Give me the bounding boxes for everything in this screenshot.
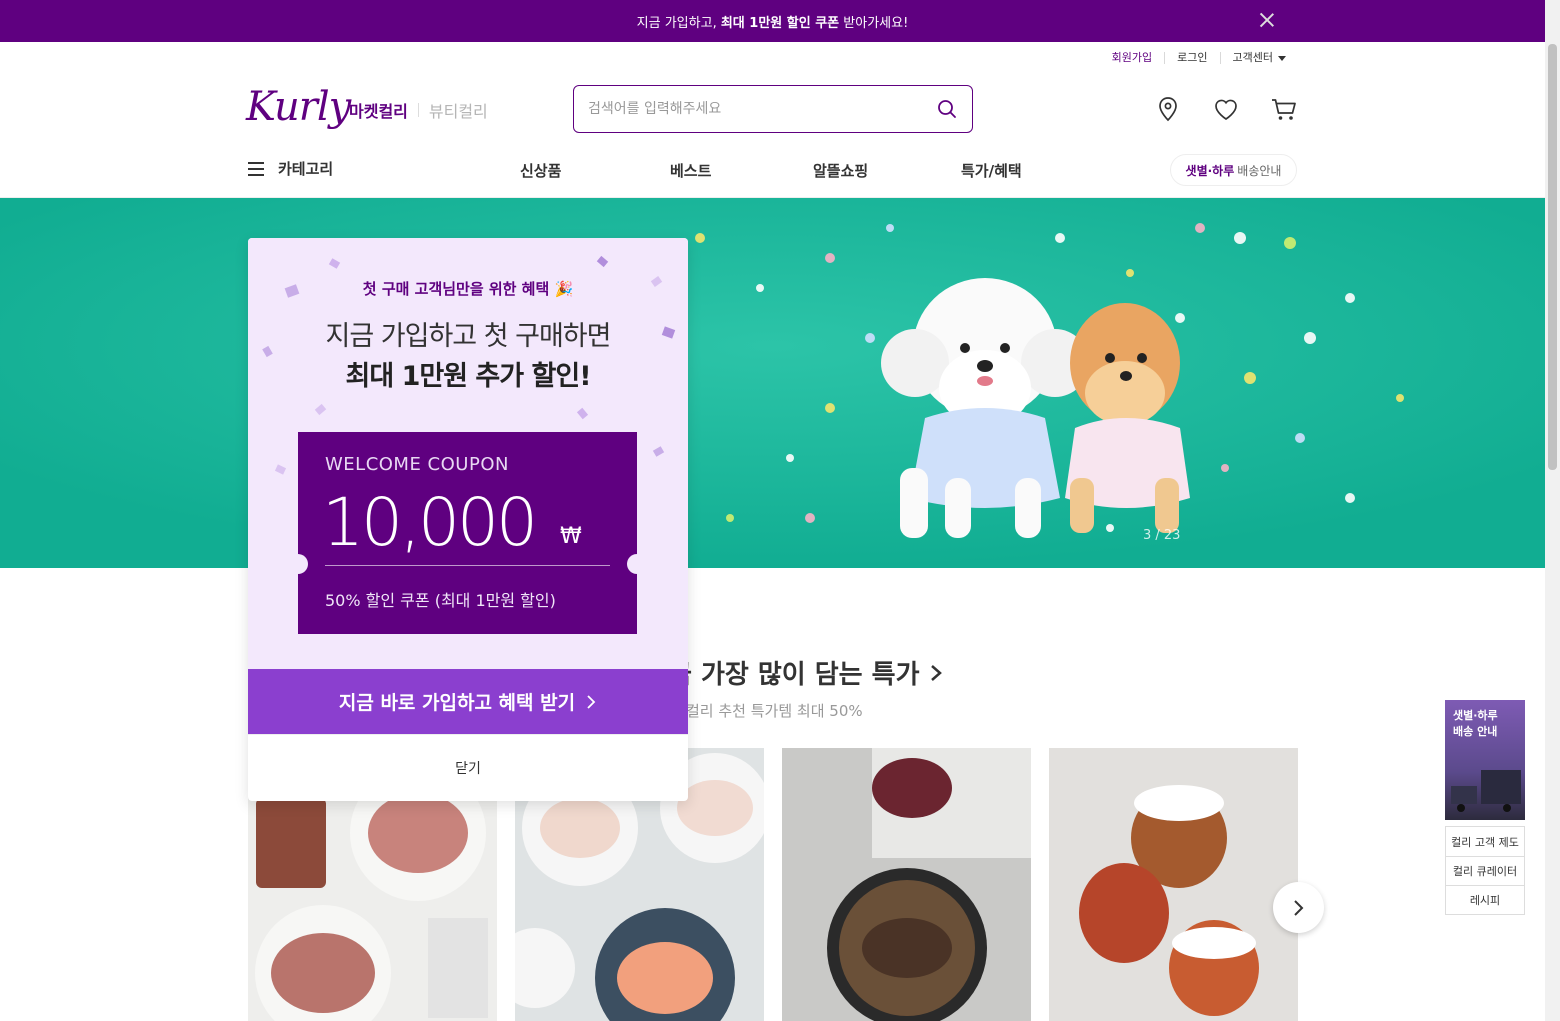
won-currency-icon: ₩ bbox=[560, 524, 582, 549]
confetti-decoration bbox=[274, 464, 287, 475]
popup-headline-1: 지금 가입하고 첫 구매하면 bbox=[325, 321, 612, 352]
tab-beauty-kurly[interactable]: 뷰티컬리 bbox=[429, 98, 488, 122]
truck-image bbox=[1451, 770, 1521, 812]
coupon-notch-right bbox=[627, 554, 647, 574]
scrollbar-thumb[interactable] bbox=[1548, 44, 1557, 470]
hero-slide-counter: 3 / 23 bbox=[1143, 528, 1181, 543]
coupon-description: 50% 할인 쿠폰 (최대 1만원 할인) bbox=[325, 591, 556, 610]
cta-label: 지금 바로 가입하고 혜택 받기 bbox=[338, 692, 576, 714]
user-menu: 회원가입 로그인 고객센터 bbox=[1100, 52, 1298, 64]
delivery-label-rest: 배송안내 bbox=[1237, 163, 1282, 178]
confetti-decoration bbox=[576, 407, 589, 420]
confetti-decoration bbox=[596, 255, 609, 268]
delivery-info-button[interactable]: 샛별·하루 배송안내 bbox=[1170, 154, 1297, 186]
customer-center-label: 고객센터 bbox=[1232, 51, 1273, 64]
confetti-decoration bbox=[314, 403, 327, 416]
side-delivery-banner[interactable]: 샛별·하루 배송 안내 bbox=[1445, 700, 1525, 820]
promo-text-suffix: 받아가세요! bbox=[843, 15, 909, 31]
search-input[interactable] bbox=[588, 101, 936, 117]
search-box bbox=[573, 85, 973, 133]
welcome-coupon: WELCOME COUPON 10,000 ₩ 50% 할인 쿠폰 (최대 1만… bbox=[288, 432, 647, 634]
customer-center-link[interactable]: 고객센터 bbox=[1219, 51, 1298, 64]
page-scrollbar[interactable] bbox=[1545, 0, 1560, 1021]
global-navigation: 카테고리 신상품 베스트 알뜰쇼핑 특가/혜택 샛별·하루 배송안내 bbox=[0, 150, 1545, 198]
section-title[interactable]: 금 가장 많이 담는 특가 bbox=[668, 654, 946, 691]
heart-icon[interactable] bbox=[1210, 93, 1242, 125]
tab-market-kurly[interactable]: 마켓컬리 bbox=[349, 98, 408, 122]
popup-headline-2: 최대 1만원 추가 할인! bbox=[345, 361, 591, 392]
kurly-logo[interactable]: Kurly bbox=[246, 84, 351, 130]
side-link-curator[interactable]: 컬리 큐레이터 bbox=[1446, 856, 1524, 885]
delivery-label-bold: 샛별·하루 bbox=[1185, 163, 1235, 178]
section-subtitle: 컬리 추천 특가템 최대 50% bbox=[686, 702, 863, 720]
popup-eyebrow: 첫 구매 고객님만을 위한 혜택 🎉 bbox=[362, 280, 574, 298]
side-links: 컬리 고객 제도 컬리 큐레이터 레시피 bbox=[1445, 826, 1525, 915]
coupon-label: WELCOME COUPON bbox=[325, 454, 509, 475]
hamburger-icon bbox=[248, 161, 264, 176]
side-link-recipe[interactable]: 레시피 bbox=[1446, 885, 1524, 914]
welcome-coupon-popup: 첫 구매 고객님만을 위한 혜택 🎉 지금 가입하고 첫 구매하면 최대 1만원… bbox=[248, 238, 688, 801]
header-icons bbox=[1152, 93, 1300, 125]
caret-down-icon bbox=[1278, 55, 1286, 61]
popup-upper: 첫 구매 고객님만을 위한 혜택 🎉 지금 가입하고 첫 구매하면 최대 1만원… bbox=[248, 238, 688, 669]
category-menu[interactable]: 카테고리 bbox=[248, 158, 333, 179]
tab-divider bbox=[417, 103, 419, 117]
hero-banner[interactable]: 3 / 23 bbox=[0, 198, 1545, 568]
chevron-right-icon bbox=[930, 664, 942, 681]
product-card-jeotgal[interactable] bbox=[1049, 748, 1298, 1021]
product-image bbox=[1049, 748, 1298, 1021]
top-promo-banner[interactable]: 지금 가입하고, 최대 1만원 할인 쿠폰 받아가세요! bbox=[0, 0, 1545, 42]
confetti-decoration bbox=[328, 258, 341, 269]
mall-tabs: 마켓컬리 뷰티컬리 bbox=[349, 98, 488, 122]
coupon-notch-left bbox=[288, 554, 308, 574]
promo-text-highlight: 최대 1만원 할인 쿠폰 bbox=[720, 15, 840, 31]
category-label: 카테고리 bbox=[278, 160, 334, 178]
side-banner-text: 샛별·하루 배송 안내 bbox=[1453, 709, 1498, 738]
confetti-decoration bbox=[652, 446, 665, 457]
banner-close-icon[interactable] bbox=[1257, 10, 1277, 30]
search-icon[interactable] bbox=[936, 98, 958, 120]
signup-link[interactable]: 회원가입 bbox=[1100, 52, 1164, 64]
hero-dogs-image bbox=[0, 198, 1545, 568]
promo-text-prefix: 지금 가입하고, bbox=[636, 15, 717, 31]
location-icon[interactable] bbox=[1152, 93, 1184, 125]
login-link[interactable]: 로그인 bbox=[1164, 52, 1219, 64]
cart-icon[interactable] bbox=[1268, 93, 1300, 125]
coupon-divider bbox=[325, 565, 610, 566]
carousel-next-button[interactable] bbox=[1273, 882, 1324, 933]
nav-new-products[interactable]: 신상품 bbox=[520, 160, 561, 181]
popup-close-button[interactable]: 닫기 bbox=[248, 734, 688, 801]
nav-special-deals[interactable]: 특가/혜택 bbox=[961, 160, 1022, 181]
nav-best[interactable]: 베스트 bbox=[670, 160, 711, 181]
coupon-amount: 10,000 bbox=[322, 484, 538, 561]
side-quick-menu: 샛별·하루 배송 안내 컬리 고객 제도 컬리 큐레이터 레시피 bbox=[1445, 700, 1525, 915]
product-image bbox=[782, 748, 1031, 1021]
side-link-customer-grade[interactable]: 컬리 고객 제도 bbox=[1446, 827, 1524, 856]
signup-benefit-button[interactable]: 지금 바로 가입하고 혜택 받기 bbox=[248, 669, 688, 734]
nav-budget-shopping[interactable]: 알뜰쇼핑 bbox=[813, 160, 868, 181]
section-title-text: 금 가장 많이 담는 특가 bbox=[668, 660, 920, 690]
chevron-right-icon bbox=[1293, 899, 1303, 916]
chevron-right-icon bbox=[587, 694, 596, 709]
product-card-bulgogi[interactable] bbox=[782, 748, 1031, 1021]
